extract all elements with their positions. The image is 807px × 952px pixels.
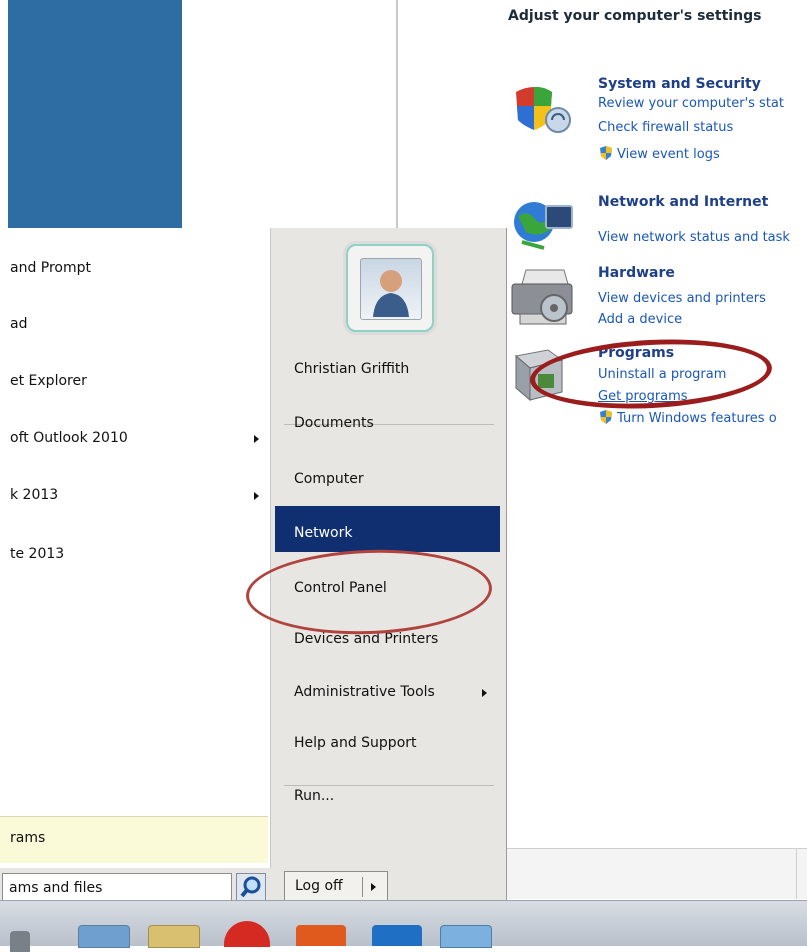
menu-item-network[interactable]: Network [294,525,352,541]
taskbar-browser-icon[interactable] [224,921,270,947]
menu-item-user[interactable]: Christian Griffith [294,361,409,377]
status-divider [796,849,797,899]
taskbar-office-icon[interactable] [296,925,346,946]
control-panel-heading: Adjust your computer's settings [508,8,762,24]
menu-item-administrative-tools[interactable]: Administrative Tools [294,684,435,700]
program-item-outlook-2010[interactable]: oft Outlook 2010 [10,430,128,446]
search-input[interactable]: ams and files [2,873,232,903]
menu-separator [284,785,494,786]
logoff-divider [362,877,363,897]
program-item[interactable]: ad [10,316,27,332]
link-view-network-status[interactable]: View network status and task [598,230,790,245]
link-turn-windows-features[interactable]: Turn Windows features o [598,409,777,426]
chevron-right-icon [254,435,259,443]
user-avatar-frame[interactable] [346,244,434,332]
link-view-devices-printers[interactable]: View devices and printers [598,291,766,306]
link-view-event-logs[interactable]: View event logs [598,145,720,162]
search-text: ams and files [9,880,103,896]
status-strip [506,848,807,899]
desktop-background [8,0,182,228]
program-item[interactable]: and Prompt [10,260,91,276]
uac-shield-icon [598,409,614,425]
menu-item-help-support[interactable]: Help and Support [294,735,417,751]
network-globe-icon [508,192,578,254]
menu-item-run[interactable]: Run... [294,788,334,804]
view-event-logs-label: View event logs [617,147,720,162]
taskbar-grip-icon [10,931,30,952]
all-programs-button[interactable]: rams [0,816,268,863]
category-network-internet[interactable]: Network and Internet [598,194,768,210]
start-menu: and Prompt ad et Explorer oft Outlook 20… [0,228,507,903]
all-programs-label: rams [10,830,46,846]
programs-pane: and Prompt ad et Explorer oft Outlook 20… [0,228,271,868]
menu-item-documents[interactable]: Documents [294,415,374,431]
chevron-right-icon[interactable] [371,883,376,891]
window-divider [396,0,398,236]
user-avatar-icon [360,258,422,320]
taskbar [0,900,807,952]
menu-item-computer[interactable]: Computer [294,471,364,487]
category-system-security[interactable]: System and Security [598,76,761,92]
program-item-2013[interactable]: k 2013 [10,487,58,503]
program-item[interactable]: te 2013 [10,546,64,562]
category-hardware[interactable]: Hardware [598,265,675,281]
printer-hardware-icon [506,266,576,328]
uac-shield-icon [598,145,614,161]
logoff-label: Log off [295,878,343,894]
turn-windows-features-label: Turn Windows features o [617,411,777,426]
annotation-circle-control-panel [244,545,494,639]
taskbar-outlook-icon[interactable] [372,925,422,946]
search-icon[interactable] [236,873,266,901]
chevron-right-icon [482,689,487,697]
chevron-right-icon [254,492,259,500]
program-item[interactable]: et Explorer [10,373,87,389]
logoff-button[interactable]: Log off [284,871,388,903]
link-check-firewall[interactable]: Check firewall status [598,120,733,135]
link-review-status[interactable]: Review your computer's stat [598,96,784,111]
shield-security-icon [506,80,576,142]
link-add-device[interactable]: Add a device [598,312,682,327]
